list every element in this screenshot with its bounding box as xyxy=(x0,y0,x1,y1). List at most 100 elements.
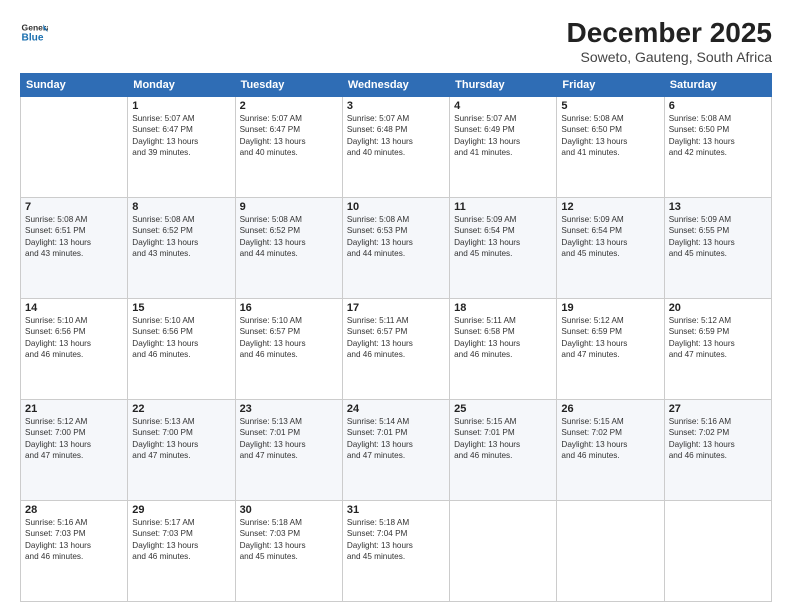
calendar-cell: 17Sunrise: 5:11 AM Sunset: 6:57 PM Dayli… xyxy=(342,298,449,399)
day-number: 24 xyxy=(347,403,445,415)
week-row-4: 21Sunrise: 5:12 AM Sunset: 7:00 PM Dayli… xyxy=(21,399,772,500)
calendar-cell: 20Sunrise: 5:12 AM Sunset: 6:59 PM Dayli… xyxy=(664,298,771,399)
day-info: Sunrise: 5:08 AM Sunset: 6:53 PM Dayligh… xyxy=(347,214,445,260)
day-number: 28 xyxy=(25,504,123,516)
calendar-cell: 22Sunrise: 5:13 AM Sunset: 7:00 PM Dayli… xyxy=(128,399,235,500)
day-info: Sunrise: 5:07 AM Sunset: 6:49 PM Dayligh… xyxy=(454,113,552,159)
calendar-cell xyxy=(557,500,664,601)
main-title: December 2025 xyxy=(567,18,772,49)
calendar-cell: 31Sunrise: 5:18 AM Sunset: 7:04 PM Dayli… xyxy=(342,500,449,601)
day-number: 21 xyxy=(25,403,123,415)
day-number: 16 xyxy=(240,302,338,314)
calendar-cell: 27Sunrise: 5:16 AM Sunset: 7:02 PM Dayli… xyxy=(664,399,771,500)
day-info: Sunrise: 5:15 AM Sunset: 7:02 PM Dayligh… xyxy=(561,416,659,462)
calendar-cell: 13Sunrise: 5:09 AM Sunset: 6:55 PM Dayli… xyxy=(664,197,771,298)
day-number: 17 xyxy=(347,302,445,314)
day-number: 26 xyxy=(561,403,659,415)
calendar-cell: 11Sunrise: 5:09 AM Sunset: 6:54 PM Dayli… xyxy=(450,197,557,298)
header: General Blue December 2025 Soweto, Gaute… xyxy=(20,18,772,65)
day-info: Sunrise: 5:08 AM Sunset: 6:50 PM Dayligh… xyxy=(669,113,767,159)
day-number: 11 xyxy=(454,201,552,213)
day-number: 14 xyxy=(25,302,123,314)
day-number: 23 xyxy=(240,403,338,415)
day-number: 6 xyxy=(669,100,767,112)
page: General Blue December 2025 Soweto, Gaute… xyxy=(0,0,792,612)
day-info: Sunrise: 5:13 AM Sunset: 7:01 PM Dayligh… xyxy=(240,416,338,462)
day-info: Sunrise: 5:09 AM Sunset: 6:54 PM Dayligh… xyxy=(561,214,659,260)
calendar-cell: 25Sunrise: 5:15 AM Sunset: 7:01 PM Dayli… xyxy=(450,399,557,500)
calendar-cell: 26Sunrise: 5:15 AM Sunset: 7:02 PM Dayli… xyxy=(557,399,664,500)
weekday-header-thursday: Thursday xyxy=(450,73,557,96)
day-info: Sunrise: 5:16 AM Sunset: 7:02 PM Dayligh… xyxy=(669,416,767,462)
day-info: Sunrise: 5:11 AM Sunset: 6:58 PM Dayligh… xyxy=(454,315,552,361)
day-number: 31 xyxy=(347,504,445,516)
day-number: 20 xyxy=(669,302,767,314)
calendar-cell: 7Sunrise: 5:08 AM Sunset: 6:51 PM Daylig… xyxy=(21,197,128,298)
weekday-header-sunday: Sunday xyxy=(21,73,128,96)
day-info: Sunrise: 5:17 AM Sunset: 7:03 PM Dayligh… xyxy=(132,517,230,563)
calendar-cell: 21Sunrise: 5:12 AM Sunset: 7:00 PM Dayli… xyxy=(21,399,128,500)
calendar-cell xyxy=(664,500,771,601)
day-info: Sunrise: 5:08 AM Sunset: 6:50 PM Dayligh… xyxy=(561,113,659,159)
calendar-cell: 12Sunrise: 5:09 AM Sunset: 6:54 PM Dayli… xyxy=(557,197,664,298)
calendar-cell: 29Sunrise: 5:17 AM Sunset: 7:03 PM Dayli… xyxy=(128,500,235,601)
weekday-header-wednesday: Wednesday xyxy=(342,73,449,96)
day-number: 13 xyxy=(669,201,767,213)
day-info: Sunrise: 5:10 AM Sunset: 6:56 PM Dayligh… xyxy=(25,315,123,361)
weekday-header-monday: Monday xyxy=(128,73,235,96)
calendar-cell: 16Sunrise: 5:10 AM Sunset: 6:57 PM Dayli… xyxy=(235,298,342,399)
weekday-header-friday: Friday xyxy=(557,73,664,96)
title-block: December 2025 Soweto, Gauteng, South Afr… xyxy=(567,18,772,65)
calendar-cell: 15Sunrise: 5:10 AM Sunset: 6:56 PM Dayli… xyxy=(128,298,235,399)
day-info: Sunrise: 5:10 AM Sunset: 6:56 PM Dayligh… xyxy=(132,315,230,361)
calendar-cell xyxy=(21,96,128,197)
day-number: 8 xyxy=(132,201,230,213)
day-info: Sunrise: 5:09 AM Sunset: 6:54 PM Dayligh… xyxy=(454,214,552,260)
calendar-cell: 19Sunrise: 5:12 AM Sunset: 6:59 PM Dayli… xyxy=(557,298,664,399)
day-number: 15 xyxy=(132,302,230,314)
day-number: 12 xyxy=(561,201,659,213)
week-row-2: 7Sunrise: 5:08 AM Sunset: 6:51 PM Daylig… xyxy=(21,197,772,298)
day-number: 1 xyxy=(132,100,230,112)
calendar-cell: 1Sunrise: 5:07 AM Sunset: 6:47 PM Daylig… xyxy=(128,96,235,197)
calendar-cell: 14Sunrise: 5:10 AM Sunset: 6:56 PM Dayli… xyxy=(21,298,128,399)
calendar-cell: 18Sunrise: 5:11 AM Sunset: 6:58 PM Dayli… xyxy=(450,298,557,399)
day-info: Sunrise: 5:07 AM Sunset: 6:47 PM Dayligh… xyxy=(240,113,338,159)
day-info: Sunrise: 5:12 AM Sunset: 7:00 PM Dayligh… xyxy=(25,416,123,462)
day-number: 25 xyxy=(454,403,552,415)
calendar-cell: 28Sunrise: 5:16 AM Sunset: 7:03 PM Dayli… xyxy=(21,500,128,601)
logo: General Blue xyxy=(20,18,48,46)
calendar-cell: 9Sunrise: 5:08 AM Sunset: 6:52 PM Daylig… xyxy=(235,197,342,298)
calendar-cell: 8Sunrise: 5:08 AM Sunset: 6:52 PM Daylig… xyxy=(128,197,235,298)
day-info: Sunrise: 5:07 AM Sunset: 6:48 PM Dayligh… xyxy=(347,113,445,159)
day-info: Sunrise: 5:08 AM Sunset: 6:52 PM Dayligh… xyxy=(240,214,338,260)
logo-icon: General Blue xyxy=(20,18,48,46)
calendar-cell xyxy=(450,500,557,601)
calendar-cell: 24Sunrise: 5:14 AM Sunset: 7:01 PM Dayli… xyxy=(342,399,449,500)
day-info: Sunrise: 5:18 AM Sunset: 7:03 PM Dayligh… xyxy=(240,517,338,563)
day-number: 30 xyxy=(240,504,338,516)
calendar-cell: 30Sunrise: 5:18 AM Sunset: 7:03 PM Dayli… xyxy=(235,500,342,601)
calendar-cell: 6Sunrise: 5:08 AM Sunset: 6:50 PM Daylig… xyxy=(664,96,771,197)
weekday-header-row: SundayMondayTuesdayWednesdayThursdayFrid… xyxy=(21,73,772,96)
calendar-table: SundayMondayTuesdayWednesdayThursdayFrid… xyxy=(20,73,772,602)
day-info: Sunrise: 5:09 AM Sunset: 6:55 PM Dayligh… xyxy=(669,214,767,260)
day-number: 9 xyxy=(240,201,338,213)
svg-text:Blue: Blue xyxy=(22,33,44,44)
week-row-1: 1Sunrise: 5:07 AM Sunset: 6:47 PM Daylig… xyxy=(21,96,772,197)
day-info: Sunrise: 5:12 AM Sunset: 6:59 PM Dayligh… xyxy=(561,315,659,361)
day-number: 4 xyxy=(454,100,552,112)
day-info: Sunrise: 5:11 AM Sunset: 6:57 PM Dayligh… xyxy=(347,315,445,361)
day-number: 5 xyxy=(561,100,659,112)
day-info: Sunrise: 5:08 AM Sunset: 6:51 PM Dayligh… xyxy=(25,214,123,260)
day-info: Sunrise: 5:14 AM Sunset: 7:01 PM Dayligh… xyxy=(347,416,445,462)
day-info: Sunrise: 5:08 AM Sunset: 6:52 PM Dayligh… xyxy=(132,214,230,260)
calendar-cell: 23Sunrise: 5:13 AM Sunset: 7:01 PM Dayli… xyxy=(235,399,342,500)
day-number: 2 xyxy=(240,100,338,112)
week-row-5: 28Sunrise: 5:16 AM Sunset: 7:03 PM Dayli… xyxy=(21,500,772,601)
day-number: 3 xyxy=(347,100,445,112)
day-info: Sunrise: 5:07 AM Sunset: 6:47 PM Dayligh… xyxy=(132,113,230,159)
weekday-header-tuesday: Tuesday xyxy=(235,73,342,96)
calendar-cell: 3Sunrise: 5:07 AM Sunset: 6:48 PM Daylig… xyxy=(342,96,449,197)
day-number: 10 xyxy=(347,201,445,213)
